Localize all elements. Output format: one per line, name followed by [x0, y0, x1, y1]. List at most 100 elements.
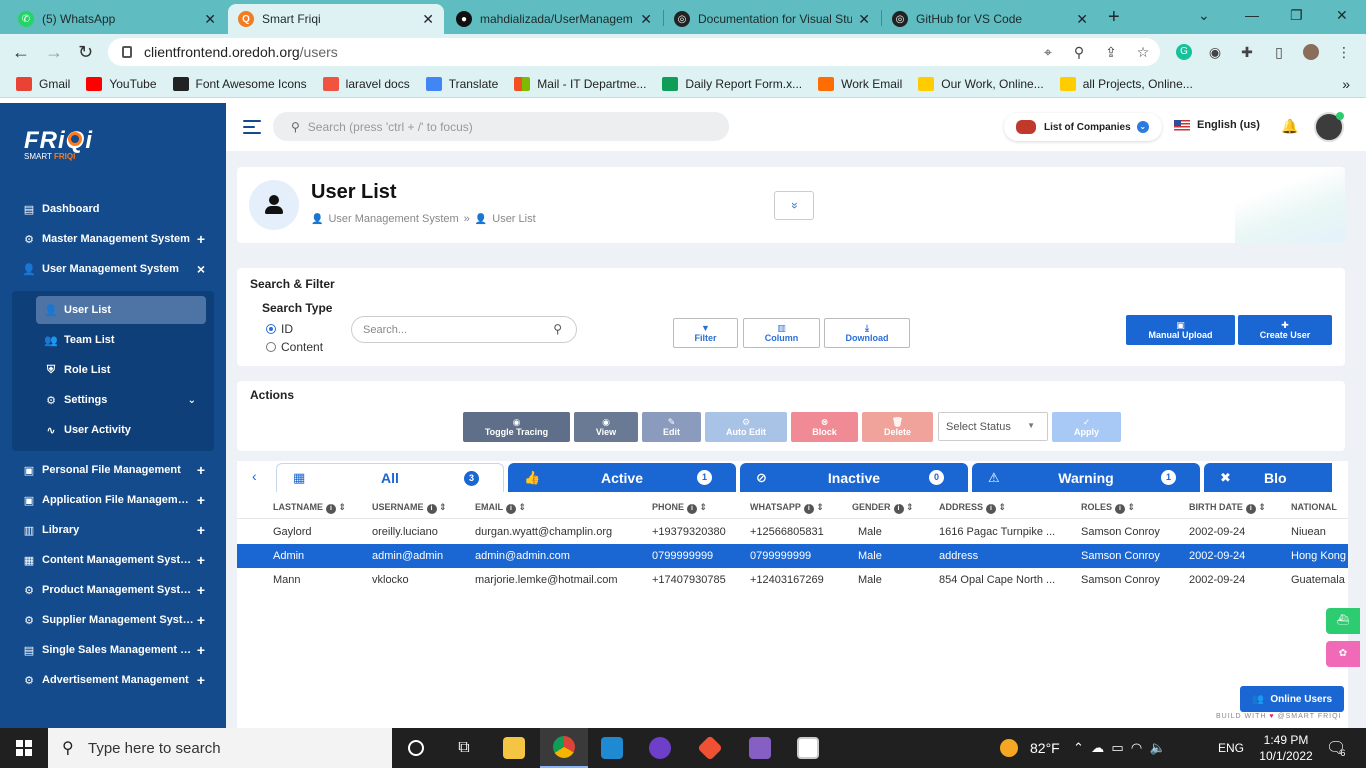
delete-button[interactable]: 🗑 Delete — [862, 412, 933, 442]
language-selector[interactable]: English (us) — [1174, 119, 1260, 131]
git-icon[interactable] — [686, 728, 734, 768]
sidebar-item-content-management[interactable]: ▦ Content Management System + — [22, 549, 208, 571]
bookmark-laravel[interactable]: laravel docs — [322, 76, 410, 91]
close-tab-icon[interactable]: ✕ — [422, 11, 434, 28]
create-user-button[interactable]: ✚ Create User — [1238, 315, 1332, 345]
tray-icons[interactable]: ⌃ ☁ ▭ ◠ 🔈 — [1073, 728, 1166, 768]
browser-tab-github[interactable]: ● mahdializada/UserManagem ✕ — [446, 4, 662, 34]
notifications-icon[interactable]: 🗨 6 — [1326, 728, 1346, 768]
tab-blocked[interactable]: ✖ Blo — [1204, 463, 1332, 492]
table-row[interactable]: Mann vklocko marjorie.lemke@hotmail.com … — [237, 568, 1348, 592]
task-view-icon[interactable]: ⧉ — [440, 728, 488, 768]
tabs-scroll-right-icon[interactable]: › — [1323, 468, 1328, 484]
browser-tab-github-vscode[interactable]: ◎ GitHub for VS Code ✕ — [882, 4, 1098, 34]
sidebar-item-advertisement[interactable]: ⚙ Advertisement Management + — [22, 669, 208, 691]
select-status-dropdown[interactable]: Select Status ▼ — [938, 412, 1048, 441]
breadcrumb-user-management[interactable]: User Management System — [328, 213, 458, 225]
browser-tab-vscode-docs[interactable]: ◎ Documentation for Visual Stu ✕ — [664, 4, 880, 34]
close-window-icon[interactable]: ✕ — [1336, 7, 1348, 24]
new-tab-icon[interactable]: + — [1108, 6, 1120, 29]
weather-widget[interactable]: 82°F — [1000, 728, 1060, 768]
collapse-toggle-button[interactable]: » — [774, 191, 814, 220]
bookmark-gmail[interactable]: Gmail — [16, 76, 70, 91]
global-search-input[interactable]: ⚲ Search (press 'ctrl + /' to focus) — [273, 112, 729, 141]
bell-icon[interactable]: 🔔 — [1281, 118, 1298, 135]
bookmark-font-awesome[interactable]: Font Awesome Icons — [172, 76, 307, 91]
bookmark-youtube[interactable]: YouTube — [86, 76, 157, 91]
column-header-username[interactable]: USERNAME i ⇕ — [372, 502, 447, 514]
language-indicator[interactable]: ENG — [1218, 728, 1244, 768]
tab-warning[interactable]: ⚠ Warning 1 — [972, 463, 1200, 492]
tab-inactive[interactable]: ⊘ Inactive 0 — [740, 463, 968, 492]
column-button[interactable]: ▥ Column — [743, 318, 820, 348]
column-header-gender[interactable]: GENDER i ⇕ — [852, 502, 914, 514]
bookmark-star-icon[interactable]: ☆ — [1135, 44, 1151, 60]
sidebar-item-dashboard[interactable]: ▤ Dashboard — [22, 198, 208, 220]
location-icon[interactable]: ⌖ — [1040, 44, 1056, 60]
reload-icon[interactable]: ↻ — [78, 42, 93, 63]
online-users-button[interactable]: 👥 Online Users — [1240, 686, 1344, 712]
bookmark-mail[interactable]: Mail - IT Departme... — [514, 76, 646, 91]
menu-dots-icon[interactable]: ⋮ — [1336, 44, 1352, 60]
table-row[interactable]: Gaylord oreilly.luciano durgan.wyatt@cha… — [237, 520, 1348, 544]
back-arrow-icon[interactable]: ← — [12, 42, 30, 63]
tab-active[interactable]: 👍 Active 1 — [508, 463, 736, 492]
sidebar-item-single-sales[interactable]: ▤ Single Sales Management System + — [22, 639, 208, 661]
side-panel-icon[interactable]: ▯ — [1271, 44, 1287, 60]
block-button[interactable]: ⊗ Block — [791, 412, 858, 442]
column-header-address[interactable]: ADDRESS i ⇕ — [939, 502, 1006, 514]
bookmarks-overflow-icon[interactable]: » — [1342, 76, 1350, 92]
bookmark-translate[interactable]: Translate — [425, 76, 498, 91]
close-tab-icon[interactable]: ✕ — [1076, 11, 1088, 28]
filter-button[interactable]: ▼ Filter — [673, 318, 738, 348]
side-float-button-pink[interactable]: ✿ — [1326, 641, 1360, 667]
share-icon[interactable]: ⇪ — [1103, 44, 1119, 60]
filter-search-input[interactable]: Search... ⚲ — [351, 316, 577, 343]
column-header-birth-date[interactable]: BIRTH DATE i ⇕ — [1189, 502, 1266, 514]
photos-icon[interactable] — [784, 728, 832, 768]
column-header-email[interactable]: EMAIL i ⇕ — [475, 502, 526, 514]
sidebar-item-user-management[interactable]: 👤 User Management System × — [22, 258, 208, 280]
close-tab-icon[interactable]: ✕ — [640, 11, 652, 28]
sidebar-subitem-team-list[interactable]: 👥 Team List — [36, 326, 206, 354]
sidebar-subitem-user-list[interactable]: 👤 User List — [36, 296, 206, 324]
profile-avatar[interactable] — [1303, 44, 1319, 60]
github-desktop-icon[interactable] — [636, 728, 684, 768]
zoom-icon[interactable]: ⚲ — [1071, 44, 1087, 60]
side-float-button-green[interactable]: ⛴ — [1326, 608, 1360, 634]
restore-icon[interactable]: ❐ — [1290, 7, 1303, 24]
extension-icon[interactable]: ◉ — [1207, 44, 1223, 60]
radio-id[interactable]: ID — [266, 322, 293, 336]
cortana-icon[interactable] — [392, 728, 440, 768]
app-logo[interactable]: FRiQi SMART FRIQI — [24, 127, 92, 171]
minimize-icon[interactable]: — — [1245, 7, 1259, 23]
file-explorer-icon[interactable] — [490, 728, 538, 768]
tab-all[interactable]: ▦ All 3 — [276, 463, 504, 492]
close-tab-icon[interactable]: ✕ — [858, 11, 870, 28]
chrome-icon[interactable] — [540, 728, 588, 768]
companies-selector[interactable]: List of Companies ⌄ — [1004, 113, 1162, 141]
table-row[interactable]: Admin admin@admin admin@admin.com 079999… — [237, 544, 1348, 568]
visual-studio-icon[interactable] — [736, 728, 784, 768]
column-header-phone[interactable]: PHONE i ⇕ — [652, 502, 707, 514]
radio-content[interactable]: Content — [266, 340, 323, 354]
bookmark-our-work[interactable]: Our Work, Online... — [918, 76, 1044, 91]
auto-edit-button[interactable]: ⚙ Auto Edit — [705, 412, 787, 442]
column-header-lastname[interactable]: LASTNAME i ⇕ — [273, 502, 346, 514]
address-bar[interactable]: clientfrontend.oredoh.org/users — [108, 38, 1160, 66]
bookmark-all-projects[interactable]: all Projects, Online... — [1059, 76, 1193, 91]
forward-arrow-icon[interactable]: → — [45, 42, 63, 63]
sidebar-item-library[interactable]: ▥ Library + — [22, 519, 208, 541]
view-button[interactable]: ◉ View — [574, 412, 638, 442]
toggle-tracing-button[interactable]: ◉ Toggle Tracing — [463, 412, 570, 442]
sidebar-item-supplier-management[interactable]: ⚙ Supplier Management System + — [22, 609, 208, 631]
column-header-roles[interactable]: ROLES i ⇕ — [1081, 502, 1135, 514]
browser-tab-smart-friqi[interactable]: Q Smart Friqi ✕ — [228, 4, 444, 34]
sidebar-subitem-settings[interactable]: ⚙ Settings ⌄ — [36, 386, 206, 414]
user-avatar[interactable] — [1314, 112, 1344, 142]
sidebar-item-application-file[interactable]: ▣ Application File Management + — [22, 489, 208, 511]
bookmark-daily-report[interactable]: Daily Report Form.x... — [662, 76, 802, 91]
download-button[interactable]: ⤓ Download — [824, 318, 910, 348]
browser-tab-whatsapp[interactable]: ✆ (5) WhatsApp ✕ — [8, 4, 226, 34]
taskbar-search-input[interactable]: ⚲ Type here to search — [48, 728, 392, 768]
